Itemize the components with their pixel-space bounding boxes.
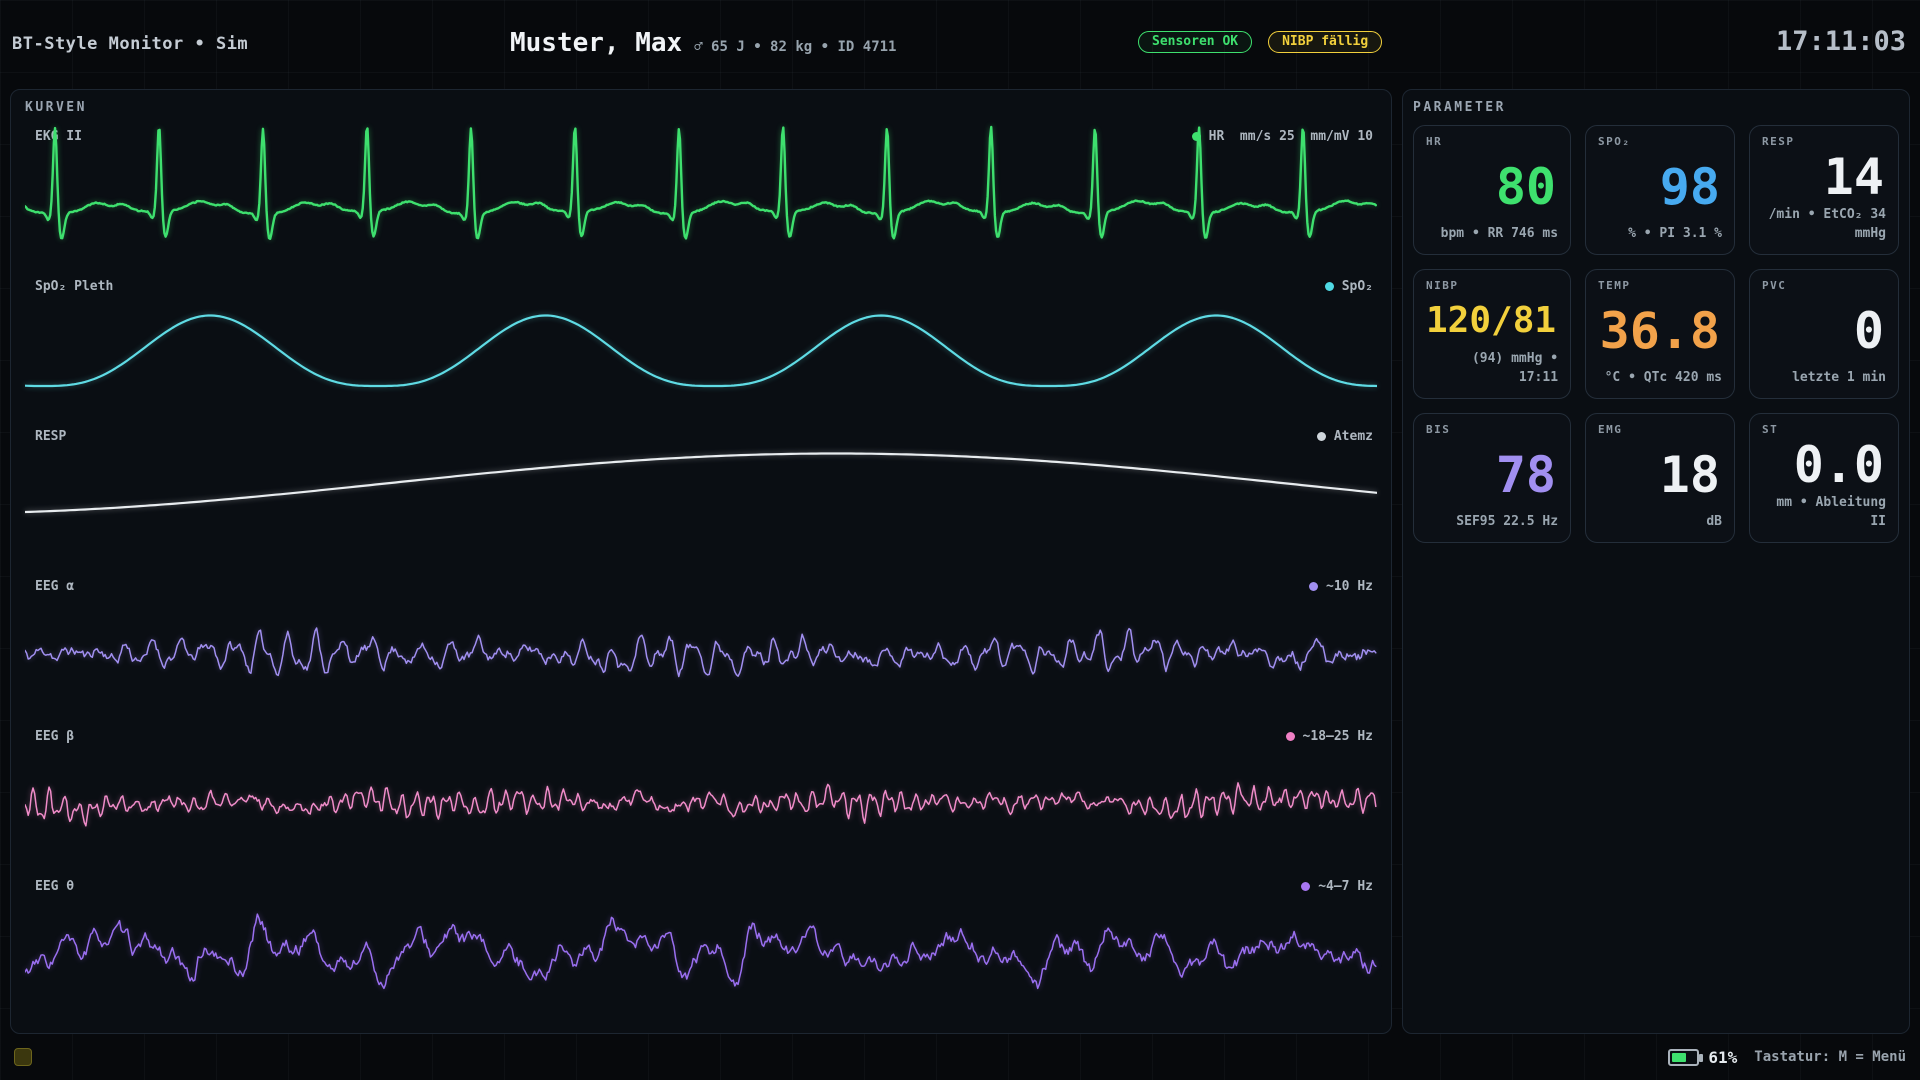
patient-name: Muster, Max — [510, 28, 682, 58]
tile-pvc: PVC0letzte 1 min — [1749, 269, 1899, 399]
tile-unit-st: mm • Ableitung II — [1762, 494, 1886, 532]
tile-value-pvc: 0 — [1762, 292, 1886, 369]
tile-value-emg: 18 — [1598, 436, 1722, 513]
tile-label-temp: TEMP — [1598, 279, 1722, 292]
app-title: BT-Style Monitor • Sim — [12, 34, 248, 54]
tile-spo2: SPO₂98% • PI 3.1 % — [1585, 125, 1735, 255]
tile-label-pvc: PVC — [1762, 279, 1886, 292]
tile-unit-pvc: letzte 1 min — [1762, 369, 1886, 388]
nibp-due-badge: NIBP fällig — [1268, 31, 1382, 53]
battery-nub — [1699, 1054, 1703, 1062]
tile-label-spo2: SPO₂ — [1598, 135, 1722, 148]
tile-temp: TEMP36.8°C • QTc 420 ms — [1585, 269, 1735, 399]
tile-label-resp: RESP — [1762, 135, 1886, 148]
battery-icon — [1668, 1049, 1699, 1066]
clock: 17:11:03 — [1776, 26, 1906, 57]
tile-label-hr: HR — [1426, 135, 1558, 148]
parameters-panel: PARAMETER HR80bpm • RR 746 msSPO₂98% • P… — [1402, 89, 1910, 1034]
tile-value-st: 0.0 — [1762, 436, 1886, 494]
tile-label-st: ST — [1762, 423, 1886, 436]
wave-row-eeg_theta: EEG θ~4–7 Hz — [25, 869, 1377, 1019]
tile-unit-spo2: % • PI 3.1 % — [1598, 225, 1722, 244]
status-badges: Sensoren OK NIBP fällig — [1138, 31, 1382, 53]
tile-emg: EMG18dB — [1585, 413, 1735, 543]
eeg_theta-waveform — [25, 869, 1377, 1019]
patient-meta: ♂ 65 J • 82 kg • ID 4711 — [694, 39, 896, 55]
parameter-tiles: HR80bpm • RR 746 msSPO₂98% • PI 3.1 %RES… — [1413, 125, 1899, 543]
tile-bis: BIS78SEF95 22.5 Hz — [1413, 413, 1571, 543]
eeg_beta-waveform — [25, 719, 1377, 869]
top-bar: BT-Style Monitor • Sim Muster, Max ♂ 65 … — [0, 0, 1920, 89]
status-right: 61% Tastatur: M = Menü — [1668, 1048, 1906, 1067]
waves-panel-header: KURVEN — [25, 100, 1377, 115]
waves-panel: KURVEN EKG IIHR mm/s 25 mm/mV 10SpO₂ Ple… — [10, 89, 1392, 1034]
tile-nibp: NIBP120/81(94) mmHg • 17:11 — [1413, 269, 1571, 399]
sensors-ok-badge: Sensoren OK — [1138, 31, 1252, 53]
wave-row-eeg_beta: EEG β~18–25 Hz — [25, 719, 1377, 869]
wave-row-resp: RESPAtemz — [25, 419, 1377, 569]
keyboard-hint: Tastatur: M = Menü — [1754, 1049, 1906, 1065]
status-indicator-icon — [14, 1048, 32, 1066]
eeg_alpha-waveform — [25, 569, 1377, 719]
tile-value-bis: 78 — [1426, 436, 1558, 513]
tile-hr: HR80bpm • RR 746 ms — [1413, 125, 1571, 255]
tile-st: ST0.0mm • Ableitung II — [1749, 413, 1899, 543]
tile-unit-temp: °C • QTc 420 ms — [1598, 369, 1722, 388]
monitor-app: BT-Style Monitor • Sim Muster, Max ♂ 65 … — [0, 0, 1920, 1080]
tile-label-bis: BIS — [1426, 423, 1558, 436]
parameters-panel-header: PARAMETER — [1413, 100, 1899, 115]
status-bar: 61% Tastatur: M = Menü — [0, 1040, 1920, 1074]
wave-row-eeg_alpha: EEG α~10 Hz — [25, 569, 1377, 719]
tile-label-emg: EMG — [1598, 423, 1722, 436]
tile-value-nibp: 120/81 — [1426, 292, 1558, 350]
patient-info: Muster, Max ♂ 65 J • 82 kg • ID 4711 — [510, 28, 896, 58]
resp-waveform — [25, 419, 1377, 569]
tile-value-spo2: 98 — [1598, 148, 1722, 225]
battery-percent: 61% — [1708, 1048, 1737, 1067]
tile-resp: RESP14/min • EtCO₂ 34 mmHg — [1749, 125, 1899, 255]
tile-unit-emg: dB — [1598, 513, 1722, 532]
tile-unit-bis: SEF95 22.5 Hz — [1426, 513, 1558, 532]
tile-unit-hr: bpm • RR 746 ms — [1426, 225, 1558, 244]
pleth-waveform — [25, 269, 1377, 419]
tile-value-hr: 80 — [1426, 148, 1558, 225]
tile-label-nibp: NIBP — [1426, 279, 1558, 292]
tile-unit-nibp: (94) mmHg • 17:11 — [1426, 350, 1558, 388]
wave-row-pleth: SpO₂ PlethSpO₂ — [25, 269, 1377, 419]
wave-row-ekg: EKG IIHR mm/s 25 mm/mV 10 — [25, 119, 1377, 269]
ekg-waveform — [25, 119, 1377, 269]
battery-fill — [1672, 1053, 1686, 1062]
waves-body: EKG IIHR mm/s 25 mm/mV 10SpO₂ PlethSpO₂R… — [25, 119, 1377, 1019]
tile-unit-resp: /min • EtCO₂ 34 mmHg — [1762, 206, 1886, 244]
tile-value-resp: 14 — [1762, 148, 1886, 206]
tile-value-temp: 36.8 — [1598, 292, 1722, 369]
